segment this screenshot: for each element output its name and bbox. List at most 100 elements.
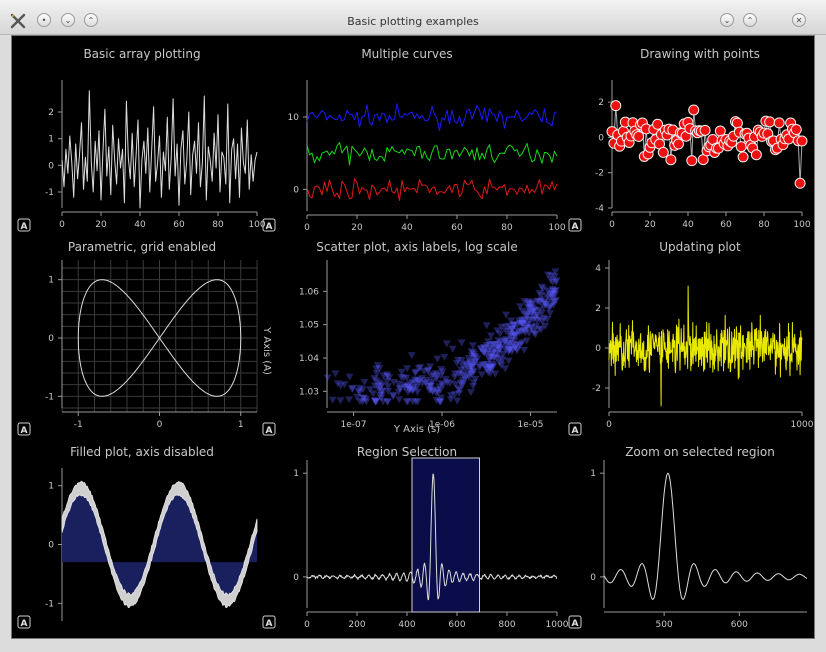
plot-title: Basic array plotting — [83, 47, 200, 61]
close-button[interactable]: ✕ — [792, 13, 806, 27]
data-point — [665, 154, 677, 166]
plots-canvas: Basic array plotting0 20 40 60 80 100-1012Mul… — [17, 47, 814, 630]
y-tick-label: 2 — [48, 108, 54, 118]
data-point — [796, 135, 808, 147]
y-tick-label: 1 — [48, 135, 54, 145]
x-tick-label: -1 — [74, 420, 83, 430]
auto-range-button[interactable]: A — [568, 422, 582, 436]
y-tick-label: -4 — [595, 204, 604, 214]
auto-range-button[interactable]: A — [568, 615, 582, 629]
scatter-point — [345, 396, 354, 404]
x-tick-label: 0 — [606, 420, 612, 430]
x-axis-label: Y Axis (s) — [393, 424, 440, 435]
y-tick-label: -1 — [45, 392, 54, 402]
x-tick-label: 20 — [95, 220, 107, 230]
scatter-point — [331, 370, 340, 378]
y-tick-label: 0 — [598, 133, 604, 143]
auto-range-button[interactable]: A — [262, 615, 276, 629]
y-tick-label: 0 — [590, 573, 596, 583]
x-tick-label: 0 — [304, 620, 310, 630]
auto-range-label[interactable]: A — [572, 222, 579, 232]
scatter-point — [466, 389, 475, 397]
scatter-point — [336, 397, 345, 405]
y-tick-label: 1.06 — [299, 287, 319, 297]
x-tick-label: 60 — [173, 220, 185, 230]
x-tick-label: 20 — [351, 223, 363, 233]
data-point — [688, 104, 700, 116]
scatter-point — [448, 345, 457, 353]
auto-range-button[interactable]: A — [262, 422, 276, 436]
x-tick-label: 1000 — [791, 420, 814, 430]
data-point — [633, 130, 645, 142]
scatter-point — [371, 398, 380, 406]
x-tick-label: 100 — [793, 220, 810, 230]
data-point — [790, 124, 802, 136]
x-tick-label: 40 — [134, 220, 146, 230]
x-tick-label: 400 — [398, 620, 415, 630]
x-tick-label: 0 — [59, 220, 65, 230]
scatter-point — [407, 352, 416, 360]
y-axis-label: Y Axis (A) — [261, 326, 272, 375]
auto-range-label[interactable]: A — [572, 426, 579, 436]
scatter-point — [520, 346, 529, 354]
auto-range-label[interactable]: A — [572, 619, 579, 629]
auto-range-button[interactable]: A — [17, 615, 31, 629]
x-tick-label: 80 — [212, 220, 224, 230]
x-tick-label: 600 — [731, 620, 748, 630]
auto-range-button[interactable]: A — [17, 422, 31, 436]
updating-curve — [608, 285, 803, 407]
window-title: Basic plotting examples — [347, 15, 479, 28]
y-tick-label: 2 — [595, 304, 601, 314]
plot-title: Region Selection — [357, 445, 457, 459]
auto-range-label[interactable]: A — [266, 619, 273, 629]
y-tick-label: 0 — [293, 573, 299, 583]
data-point — [699, 124, 711, 136]
x-tick-label: 0 — [157, 420, 163, 430]
auto-range-label[interactable]: A — [266, 426, 273, 436]
scatter-point — [323, 374, 332, 382]
auto-range-label[interactable]: A — [21, 619, 28, 629]
auto-range-label[interactable]: A — [266, 222, 273, 232]
x-tick-label: 40 — [401, 223, 413, 233]
y-tick-label: 1 — [293, 469, 299, 479]
scatter-point — [482, 322, 491, 330]
data-point — [750, 149, 762, 161]
series-line — [61, 90, 258, 209]
y-tick-label: 0 — [48, 334, 54, 344]
data-point — [731, 117, 743, 129]
y-tick-label: 1 — [590, 469, 596, 479]
scatter-point — [395, 396, 404, 404]
data-point — [794, 177, 806, 189]
auto-range-label[interactable]: A — [21, 426, 28, 436]
maximize-button[interactable]: ⌃ — [743, 13, 757, 27]
y-tick-label: 0 — [595, 344, 601, 354]
x-tick-label: 200 — [348, 620, 365, 630]
series-line-blue — [306, 103, 558, 131]
minimize-button[interactable]: ⌄ — [720, 13, 734, 27]
auto-range-button[interactable]: A — [17, 218, 31, 232]
y-tick-label: 0 — [48, 541, 54, 551]
x-tick-label: 80 — [758, 220, 770, 230]
data-point — [764, 116, 776, 128]
y-tick-label: -2 — [592, 384, 601, 394]
plot-title: Scatter plot, axis labels, log scale — [316, 240, 518, 254]
x-tick-label: 1e-07 — [341, 420, 367, 430]
data-point — [610, 100, 622, 112]
zoomed-curve — [603, 472, 808, 600]
auto-range-button[interactable]: A — [568, 218, 582, 232]
scatter-point — [360, 378, 369, 386]
y-tick-label: 1 — [48, 482, 54, 492]
auto-range-label[interactable]: A — [21, 222, 28, 232]
y-tick-label: 1 — [48, 276, 54, 286]
selection-region[interactable] — [411, 457, 480, 613]
scatter-point — [433, 355, 442, 363]
data-point — [673, 138, 684, 150]
y-tick-label: 1.05 — [299, 321, 319, 331]
scatter-point — [504, 357, 513, 365]
y-tick-label: 2 — [598, 98, 604, 108]
x-tick-label: 0 — [609, 220, 615, 230]
scatter-point — [477, 371, 486, 379]
y-tick-label: -1 — [45, 599, 54, 609]
title-bar[interactable]: • ⌄ ⌃ Basic plotting examples ⌄ ⌃ ✕ — [0, 0, 826, 35]
scatter-point — [345, 373, 354, 381]
